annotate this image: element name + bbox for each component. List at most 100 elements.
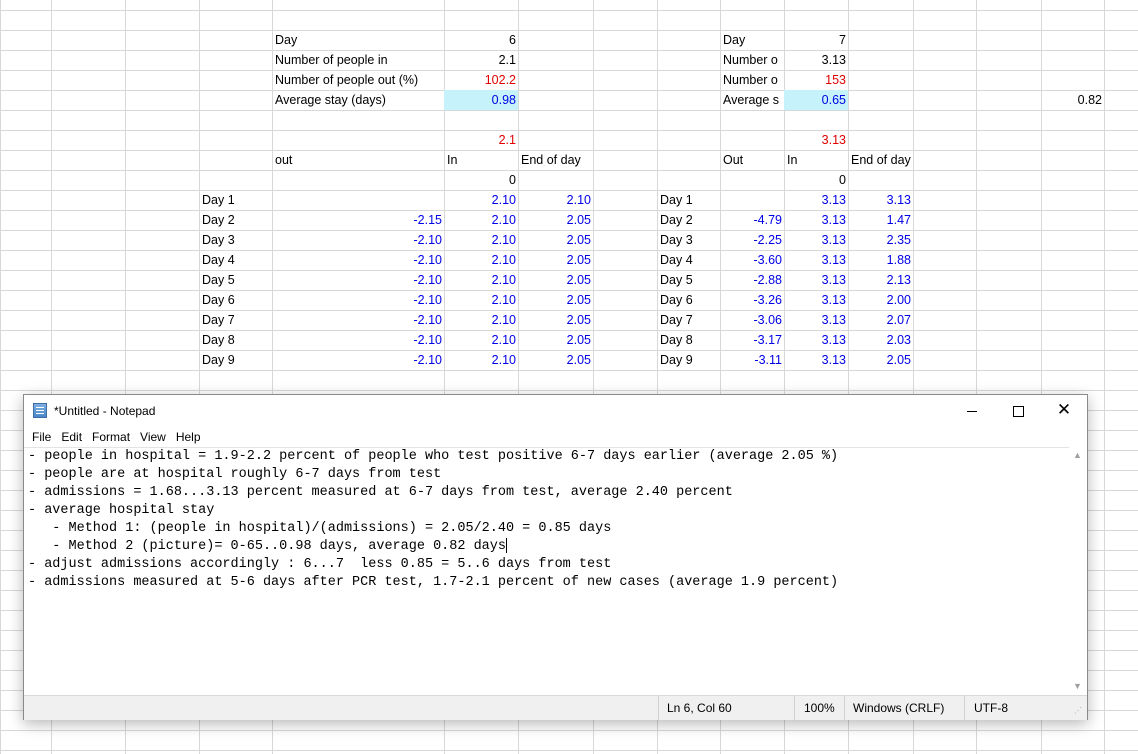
row-day-label[interactable]: Day 7 xyxy=(199,310,272,330)
cell-end-of-day[interactable]: 2.10 xyxy=(518,190,593,210)
row-day-label[interactable]: Day 7 xyxy=(657,310,720,330)
cell-in[interactable]: 2.10 xyxy=(444,330,518,350)
cell-end-of-day[interactable]: 2.00 xyxy=(848,290,913,310)
cell-in[interactable]: 3.13 xyxy=(784,270,848,290)
cell-out[interactable]: -2.10 xyxy=(272,290,444,310)
cell-end-of-day[interactable]: 2.05 xyxy=(518,250,593,270)
cell-out[interactable]: -3.11 xyxy=(720,350,784,370)
cell-end-of-day[interactable]: 2.13 xyxy=(848,270,913,290)
value-in-top[interactable]: 3.13 xyxy=(784,130,848,150)
cell-in[interactable]: 3.13 xyxy=(784,230,848,250)
value-far-right[interactable]: 0.82 xyxy=(1041,90,1104,110)
cell-out[interactable]: -2.10 xyxy=(272,350,444,370)
cell-in[interactable]: 2.10 xyxy=(444,350,518,370)
cell-out[interactable]: -2.10 xyxy=(272,230,444,250)
cell-in[interactable]: 3.13 xyxy=(784,190,848,210)
cell-in[interactable]: 2.10 xyxy=(444,270,518,290)
label-people-out[interactable]: Number of people out (%) xyxy=(272,70,444,90)
cell-out[interactable]: -2.10 xyxy=(272,330,444,350)
cell-out[interactable]: -3.60 xyxy=(720,250,784,270)
cell-end-of-day[interactable]: 2.05 xyxy=(518,230,593,250)
cell-in[interactable]: 3.13 xyxy=(784,310,848,330)
header-in[interactable]: In xyxy=(444,150,518,170)
cell-in[interactable]: 3.13 xyxy=(784,330,848,350)
cell-out[interactable]: -3.26 xyxy=(720,290,784,310)
label-average-stay[interactable]: Average s xyxy=(720,90,784,110)
row-day-label[interactable]: Day 4 xyxy=(657,250,720,270)
row-day-label[interactable]: Day 3 xyxy=(199,230,272,250)
minimize-button[interactable] xyxy=(949,395,995,427)
cell-out[interactable] xyxy=(720,190,784,210)
row-day-label[interactable]: Day 5 xyxy=(657,270,720,290)
label-day[interactable]: Day xyxy=(720,30,784,50)
row-day-label[interactable]: Day 2 xyxy=(199,210,272,230)
cell-out[interactable]: -2.15 xyxy=(272,210,444,230)
close-button[interactable]: ✕ xyxy=(1041,395,1087,427)
value-day[interactable]: 7 xyxy=(784,30,848,50)
cell-out[interactable] xyxy=(272,190,444,210)
cell-in[interactable]: 2.10 xyxy=(444,310,518,330)
row-day-label[interactable]: Day 6 xyxy=(199,290,272,310)
cell-end-of-day[interactable]: 2.05 xyxy=(848,350,913,370)
cell-end-of-day[interactable]: 1.47 xyxy=(848,210,913,230)
cell-out[interactable]: -2.88 xyxy=(720,270,784,290)
menu-edit[interactable]: Edit xyxy=(56,427,87,447)
row-day-label[interactable]: Day 8 xyxy=(199,330,272,350)
label-people-in[interactable]: Number of people in xyxy=(272,50,444,70)
row-day-label[interactable]: Day 8 xyxy=(657,330,720,350)
cell-in[interactable]: 2.10 xyxy=(444,190,518,210)
value-in-top[interactable]: 2.1 xyxy=(444,130,518,150)
value-start[interactable]: 0 xyxy=(784,170,848,190)
row-day-label[interactable]: Day 3 xyxy=(657,230,720,250)
menu-view[interactable]: View xyxy=(135,427,171,447)
cell-end-of-day[interactable]: 2.03 xyxy=(848,330,913,350)
cell-in[interactable]: 3.13 xyxy=(784,290,848,310)
row-day-label[interactable]: Day 2 xyxy=(657,210,720,230)
label-people-out[interactable]: Number o xyxy=(720,70,784,90)
cell-in[interactable]: 2.10 xyxy=(444,290,518,310)
header-out[interactable]: out xyxy=(272,150,444,170)
cell-in[interactable]: 3.13 xyxy=(784,210,848,230)
resize-grip-icon[interactable]: ⋰ xyxy=(1074,706,1084,716)
cell-end-of-day[interactable]: 1.88 xyxy=(848,250,913,270)
menu-format[interactable]: Format xyxy=(87,427,135,447)
cell-end-of-day[interactable]: 3.13 xyxy=(848,190,913,210)
header-out[interactable]: Out xyxy=(720,150,784,170)
value-people-out[interactable]: 102.2 xyxy=(444,70,518,90)
cell-end-of-day[interactable]: 2.05 xyxy=(518,310,593,330)
cell-end-of-day[interactable]: 2.35 xyxy=(848,230,913,250)
cell-out[interactable]: -4.79 xyxy=(720,210,784,230)
value-people-in[interactable]: 2.1 xyxy=(444,50,518,70)
label-day[interactable]: Day xyxy=(272,30,444,50)
cell-in[interactable]: 2.10 xyxy=(444,250,518,270)
cell-end-of-day[interactable]: 2.05 xyxy=(518,290,593,310)
notepad-titlebar[interactable]: *Untitled - Notepad ✕ xyxy=(24,395,1087,427)
scroll-down-icon[interactable]: ▼ xyxy=(1069,678,1086,695)
row-day-label[interactable]: Day 9 xyxy=(199,350,272,370)
cell-out[interactable]: -3.06 xyxy=(720,310,784,330)
value-start[interactable]: 0 xyxy=(444,170,518,190)
cell-out[interactable]: -2.10 xyxy=(272,270,444,290)
notepad-window[interactable]: *Untitled - Notepad ✕ File Edit Format View… xyxy=(23,394,1088,720)
cell-out[interactable]: -2.10 xyxy=(272,250,444,270)
label-average-stay[interactable]: Average stay (days) xyxy=(272,90,444,110)
value-people-in[interactable]: 3.13 xyxy=(784,50,848,70)
cell-end-of-day[interactable]: 2.05 xyxy=(518,330,593,350)
header-end-of-day[interactable]: End of day xyxy=(848,150,913,170)
value-average-stay[interactable]: 0.98 xyxy=(444,90,518,110)
header-in[interactable]: In xyxy=(784,150,848,170)
vertical-scrollbar[interactable]: ▲ ▼ xyxy=(1069,447,1086,695)
row-day-label[interactable]: Day 9 xyxy=(657,350,720,370)
cell-out[interactable]: -3.17 xyxy=(720,330,784,350)
value-average-stay[interactable]: 0.65 xyxy=(784,90,848,110)
text-editor[interactable]: - people in hospital = 1.9-2.2 percent o… xyxy=(24,447,1069,696)
row-day-label[interactable]: Day 1 xyxy=(657,190,720,210)
cell-out[interactable]: -2.25 xyxy=(720,230,784,250)
value-day[interactable]: 6 xyxy=(444,30,518,50)
menu-file[interactable]: File xyxy=(24,427,56,447)
row-day-label[interactable]: Day 6 xyxy=(657,290,720,310)
value-people-out[interactable]: 153 xyxy=(784,70,848,90)
cell-end-of-day[interactable]: 2.05 xyxy=(518,270,593,290)
menu-help[interactable]: Help xyxy=(171,427,206,447)
cell-end-of-day[interactable]: 2.05 xyxy=(518,350,593,370)
